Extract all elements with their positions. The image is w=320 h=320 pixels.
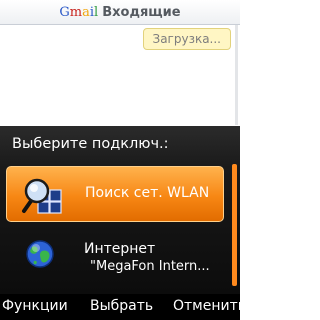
option-label: Интернет bbox=[84, 241, 156, 257]
dialog-scrollbar[interactable] bbox=[232, 164, 237, 286]
logo-letter: m bbox=[69, 4, 83, 20]
softkey-bar: Функции Выбрать Отменить bbox=[0, 294, 246, 320]
inbox-content-area: Загрузка... bbox=[0, 25, 240, 125]
logo-letter: l bbox=[94, 4, 99, 20]
logo-letter: G bbox=[59, 4, 70, 20]
app-header: Gmail Входящие bbox=[0, 0, 240, 25]
cancel-softkey[interactable]: Отменить bbox=[173, 298, 246, 314]
loading-badge: Загрузка... bbox=[142, 28, 231, 50]
options-softkey[interactable]: Функции bbox=[2, 298, 68, 314]
globe-icon bbox=[26, 240, 54, 268]
select-softkey[interactable]: Выбрать bbox=[90, 298, 153, 314]
dialog-title: Выберите подключ.: bbox=[12, 136, 169, 152]
inbox-scrollbar[interactable] bbox=[235, 25, 238, 125]
option-sublabel: "MegaFon Intern... bbox=[90, 259, 210, 274]
option-wlan-search[interactable]: Поиск сет. WLAN bbox=[6, 166, 224, 222]
wlan-search-icon bbox=[22, 178, 62, 214]
option-internet[interactable]: Интернет "MegaFon Intern... bbox=[6, 228, 224, 284]
inbox-title: Входящие bbox=[102, 4, 181, 20]
logo-letter: a bbox=[82, 4, 90, 20]
option-label: Поиск сет. WLAN bbox=[85, 185, 210, 201]
connection-dialog: Выберите подключ.: Поиск сет. WLAN Интер… bbox=[0, 126, 240, 294]
gmail-logo: Gmail bbox=[59, 5, 98, 20]
